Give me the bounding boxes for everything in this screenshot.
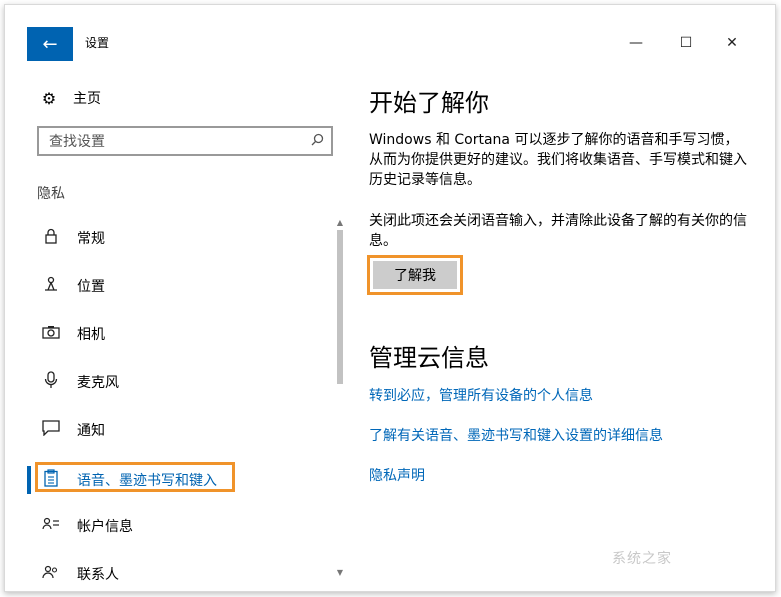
minimize-icon: — (629, 35, 643, 51)
sidebar-item-notifications[interactable]: 通知 (27, 412, 105, 448)
page-title: 开始了解你 (369, 89, 489, 117)
section-label-privacy: 隐私 (37, 186, 65, 202)
description-paragraph: Windows 和 Cortana 可以逐步了解你的语音和手写习惯，从而为你提供… (369, 132, 747, 188)
sidebar-item-contacts[interactable]: 联系人 (27, 556, 119, 591)
section-title-cloud-info: 管理云信息 (369, 344, 489, 372)
back-button[interactable]: ← (27, 27, 73, 61)
sidebar-item-label: 帐户信息 (77, 519, 133, 535)
maximize-button[interactable]: ☐ (673, 31, 699, 55)
sidebar-item-label: 相机 (77, 327, 105, 343)
home-label: 主页 (73, 91, 101, 107)
highlight-box (35, 462, 235, 492)
scroll-thumb[interactable] (337, 230, 343, 384)
gear-icon: ⚙ (41, 88, 57, 108)
close-button[interactable]: ✕ (719, 31, 745, 55)
contacts-icon (39, 565, 63, 583)
sidebar-item-speech-inking-typing[interactable]: 语音、墨迹书写和键入 (27, 462, 235, 498)
scroll-up-icon[interactable]: ▲ (335, 218, 345, 228)
watermark-logo: 系统之家 (612, 551, 672, 567)
sidebar-item-label: 位置 (77, 279, 105, 295)
location-icon (39, 276, 63, 296)
minimize-button[interactable]: — (623, 31, 649, 55)
warning-paragraph: 关闭此项还会关闭语音输入，并清除此设备了解的有关你的信息。 (369, 213, 747, 249)
sidebar-item-label: 常规 (77, 231, 105, 247)
sidebar-home[interactable]: ⚙ 主页 (39, 84, 101, 112)
sidebar-item-general[interactable]: 常规 (27, 220, 105, 256)
active-indicator (27, 466, 31, 494)
link-learn-more-settings[interactable]: 了解有关语音、墨迹书写和键入设置的详细信息 (369, 425, 663, 445)
search-icon (303, 133, 331, 150)
close-icon: ✕ (726, 35, 738, 51)
sidebar-item-location[interactable]: 位置 (27, 268, 105, 304)
search-input[interactable]: 查找设置 (37, 126, 333, 156)
maximize-icon: ☐ (679, 35, 693, 51)
settings-window: ← 设置 — ☐ ✕ ⚙ 主页 查找设置 隐私 常规 位置 相机 麦克风 通知 … (4, 4, 776, 592)
link-privacy-statement[interactable]: 隐私声明 (369, 465, 425, 485)
scroll-down-icon[interactable]: ▼ (335, 568, 345, 578)
sidebar-item-label: 联系人 (77, 567, 119, 583)
learn-me-button-label: 了解我 (373, 261, 457, 289)
sidebar-item-camera[interactable]: 相机 (27, 316, 105, 352)
window-title: 设置 (85, 36, 110, 50)
sidebar-item-label: 麦克风 (77, 375, 119, 391)
notification-icon (39, 420, 63, 440)
link-bing-personal-info[interactable]: 转到必应，管理所有设备的个人信息 (369, 385, 593, 405)
camera-icon (39, 325, 63, 343)
back-arrow-icon: ← (42, 33, 58, 55)
microphone-icon (39, 371, 63, 393)
sidebar-scrollbar[interactable]: ▲ ▼ (335, 218, 345, 578)
search-placeholder: 查找设置 (49, 134, 105, 150)
sidebar-item-label: 通知 (77, 423, 105, 439)
sidebar-item-account-info[interactable]: 帐户信息 (27, 508, 133, 544)
sidebar-item-microphone[interactable]: 麦克风 (27, 364, 119, 400)
lock-icon (39, 228, 63, 248)
learn-me-button[interactable]: 了解我 (367, 255, 463, 295)
account-icon (39, 517, 63, 535)
